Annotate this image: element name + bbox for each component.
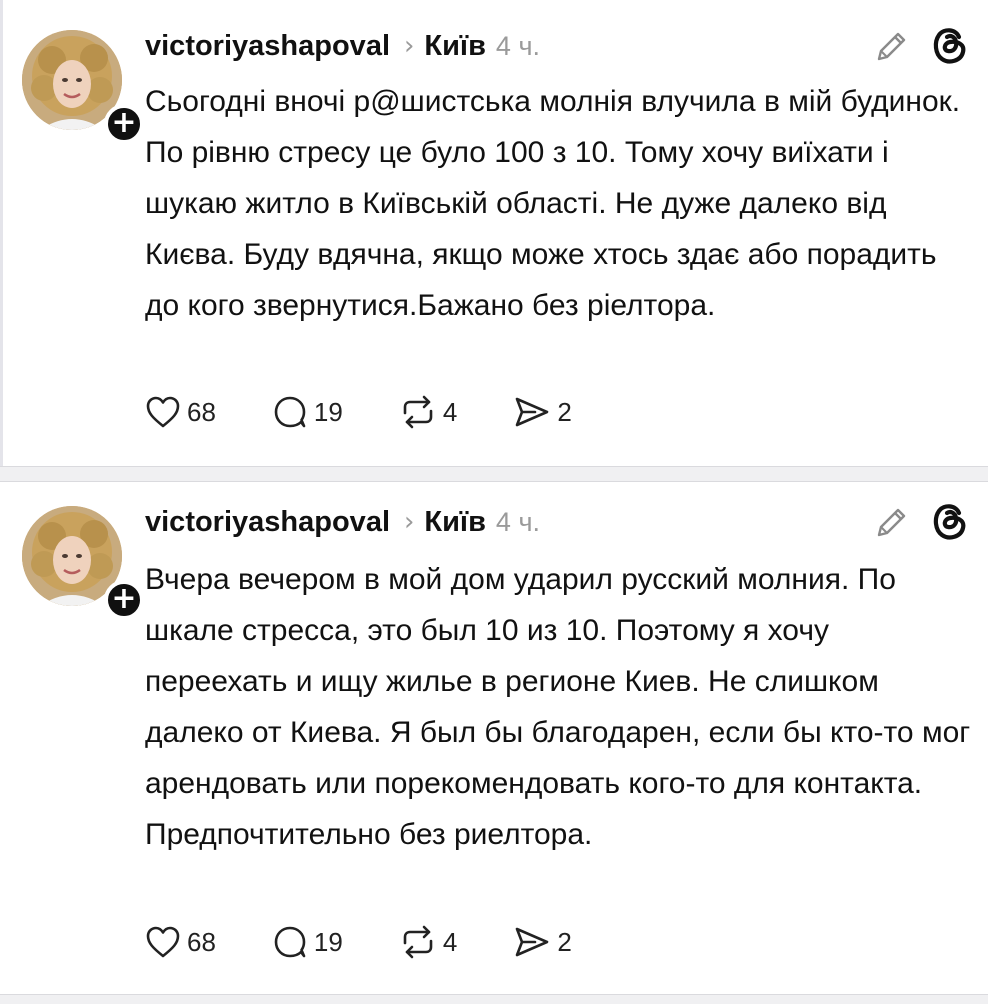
post-text: Сьогодні вночі р@шистська молнія влучила… <box>145 85 961 322</box>
post-separator <box>0 466 988 482</box>
comment-count: 19 <box>313 396 343 427</box>
threads-logo-icon[interactable] <box>930 500 970 542</box>
share-count: 2 <box>557 396 572 427</box>
edit-pencil-icon[interactable] <box>872 26 912 66</box>
repost-icon <box>403 925 433 959</box>
location-tag[interactable]: Київ <box>424 506 486 539</box>
repost-action[interactable]: 4 <box>399 395 457 429</box>
heart-icon <box>146 396 180 428</box>
share-count: 2 <box>557 926 572 957</box>
avatar-container[interactable]: + <box>22 30 144 144</box>
bottom-divider <box>0 994 988 1004</box>
repost-icon <box>403 395 433 429</box>
post-time: 4 ч. <box>495 30 541 61</box>
follow-plus-badge[interactable]: + <box>104 104 144 144</box>
like-count: 68 <box>187 926 216 957</box>
send-icon <box>516 397 549 427</box>
post-2: + victoriyashapoval › Київ 4 ч. Вчера ве… <box>0 482 988 994</box>
avatar-container[interactable]: + <box>22 506 144 620</box>
edit-pencil-icon[interactable] <box>872 502 912 542</box>
repost-action[interactable]: 4 <box>399 925 457 959</box>
follow-plus-badge[interactable]: + <box>104 580 144 620</box>
left-edge-strip <box>0 0 3 466</box>
like-count: 68 <box>187 396 216 427</box>
post-actions: 68 19 4 2 <box>145 390 628 434</box>
username[interactable]: victoriyashapoval <box>145 30 390 63</box>
post-time: 4 ч. <box>495 506 541 537</box>
like-action[interactable]: 68 <box>145 925 216 959</box>
username[interactable]: victoriyashapoval <box>145 506 390 539</box>
location-tag[interactable]: Київ <box>424 30 486 63</box>
post-text: Вчера вечером в мой дом ударил русский м… <box>145 563 971 851</box>
comment-action[interactable]: 19 <box>272 395 343 429</box>
heart-icon <box>146 926 180 958</box>
chevron-right-icon: › <box>404 507 415 537</box>
repost-count: 4 <box>442 396 458 427</box>
send-icon <box>516 927 549 957</box>
share-action[interactable]: 2 <box>513 925 572 959</box>
repost-count: 4 <box>442 926 458 957</box>
comment-bubble-icon <box>274 396 306 428</box>
comment-count: 19 <box>313 926 343 957</box>
post-1: + victoriyashapoval › Київ 4 ч. Сьогодні… <box>0 0 988 466</box>
post-header: victoriyashapoval › Київ 4 ч. <box>145 502 540 542</box>
threads-logo-icon[interactable] <box>930 24 970 66</box>
post-actions: 68 19 4 2 <box>145 920 628 964</box>
chevron-right-icon: › <box>404 31 415 61</box>
post-header: victoriyashapoval › Київ 4 ч. <box>145 26 540 66</box>
comment-action[interactable]: 19 <box>272 925 343 959</box>
like-action[interactable]: 68 <box>145 395 216 429</box>
comment-bubble-icon <box>274 926 306 958</box>
share-action[interactable]: 2 <box>513 395 572 429</box>
